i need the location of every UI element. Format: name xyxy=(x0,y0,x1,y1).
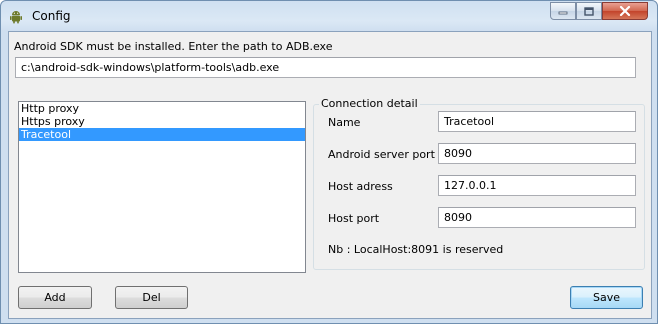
del-button[interactable]: Del xyxy=(115,286,188,309)
maximize-icon xyxy=(584,6,594,16)
android-robot-icon xyxy=(10,11,22,24)
name-label: Name xyxy=(328,116,361,129)
list-item-http-proxy[interactable]: Http proxy xyxy=(19,102,305,115)
minimize-button[interactable] xyxy=(550,2,576,20)
client-area: Android SDK must be installed. Enter the… xyxy=(8,31,652,319)
adb-instruction-label: Android SDK must be installed. Enter the… xyxy=(14,40,333,53)
window-title: Config xyxy=(32,9,71,23)
server-port-label: Android server port xyxy=(328,148,435,161)
connection-detail-title: Connection detail xyxy=(319,97,420,110)
save-button[interactable]: Save xyxy=(570,286,643,309)
proxy-listbox[interactable]: Http proxy Https proxy Tracetool xyxy=(18,101,306,273)
reserved-port-note: Nb : LocalHost:8091 is reserved xyxy=(328,243,504,256)
close-button[interactable] xyxy=(602,2,648,20)
name-input[interactable]: Tracetool xyxy=(438,111,636,132)
config-window: Config Android SDK must be installed. En… xyxy=(0,0,658,324)
adb-path-input[interactable]: c:\android-sdk-windows\platform-tools\ad… xyxy=(15,57,636,78)
maximize-button[interactable] xyxy=(576,2,602,20)
server-port-input[interactable]: 8090 xyxy=(438,143,636,164)
close-icon xyxy=(619,6,631,16)
list-item-tracetool[interactable]: Tracetool xyxy=(19,128,305,141)
host-address-label: Host adress xyxy=(328,180,393,193)
host-port-input[interactable]: 8090 xyxy=(438,207,636,228)
host-port-label: Host port xyxy=(328,212,380,225)
host-address-input[interactable]: 127.0.0.1 xyxy=(438,175,636,196)
title-bar[interactable]: Config xyxy=(1,1,657,31)
list-item-https-proxy[interactable]: Https proxy xyxy=(19,115,305,128)
add-button[interactable]: Add xyxy=(18,286,92,309)
minimize-icon xyxy=(558,11,568,15)
